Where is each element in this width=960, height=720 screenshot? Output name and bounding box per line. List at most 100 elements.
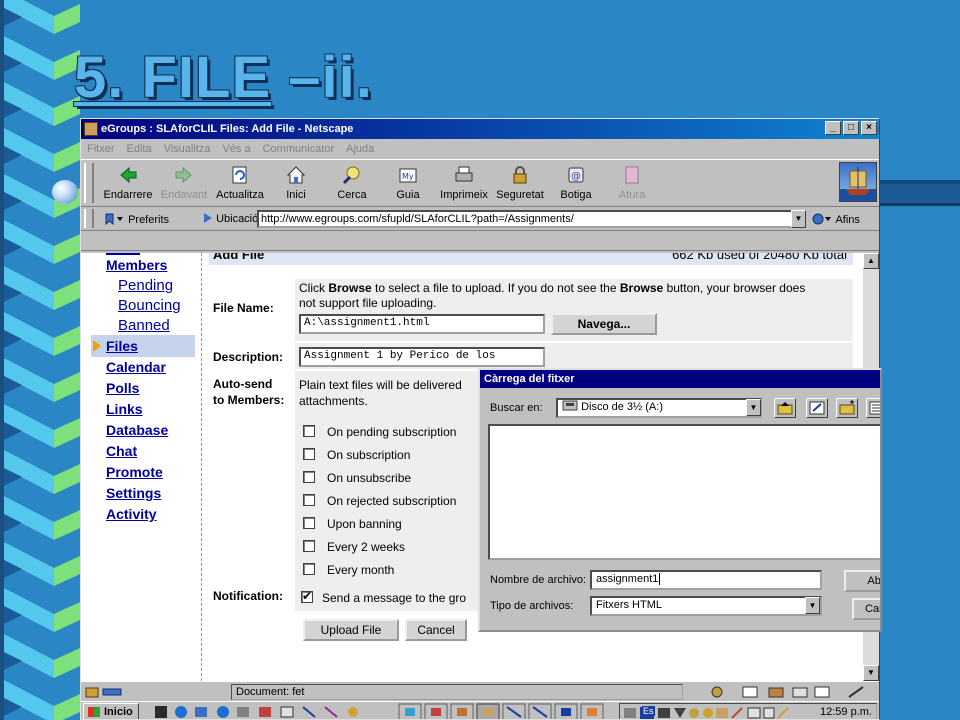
stop-icon (625, 166, 639, 184)
bookmarks-button[interactable]: Preferits (103, 212, 169, 226)
nav-links[interactable]: Links (106, 401, 143, 417)
scroll-down-button[interactable]: ▼ (863, 665, 879, 681)
scroll-up-button[interactable]: ▲ (863, 253, 879, 269)
dialog-title[interactable]: Càrrega del fitxer (480, 370, 880, 388)
forward-arrow-icon (175, 166, 192, 184)
up-folder-button[interactable] (774, 398, 796, 418)
nav-cutoff-link[interactable] (106, 253, 140, 255)
slide-title-link[interactable]: 5. FILE (74, 45, 271, 110)
checkbox-every-2-weeks[interactable] (303, 540, 315, 552)
nav-banned[interactable]: Banned (118, 317, 170, 334)
menu-communicator[interactable]: Communicator (263, 143, 335, 155)
add-file-heading: Add File (213, 253, 265, 262)
locbar-grip[interactable] (84, 209, 94, 228)
url-input[interactable]: http://www.egroups.com/sfupld/SLAforCLIL… (257, 210, 805, 228)
file-type-dropdown-button[interactable]: ▼ (805, 597, 820, 614)
stop-button[interactable]: Atura (603, 164, 661, 201)
window-titlebar[interactable]: eGroups : SLAforCLIL Files: Add File - N… (81, 119, 879, 139)
dialog-file-name-input[interactable]: assignment1 (590, 570, 822, 590)
forward-button[interactable]: Endavant (155, 164, 213, 201)
bubble-decoration (52, 180, 78, 204)
file-path-input[interactable]: A:\assignment1.html (299, 314, 545, 334)
start-button[interactable]: Inicio (83, 703, 139, 719)
look-in-dropdown-button[interactable]: ▼ (746, 399, 761, 416)
file-type-select[interactable]: Fitxers HTML (590, 596, 822, 616)
nav-pending[interactable]: Pending (118, 277, 173, 294)
back-arrow-icon (120, 166, 137, 184)
guide-button[interactable]: My Guia (379, 164, 437, 201)
quick-launch-icons[interactable] (151, 704, 381, 720)
dialog-cancel-button[interactable]: Cancelar (852, 598, 880, 620)
menu-edit[interactable]: Edita (127, 143, 152, 155)
clock[interactable]: 12:59 p.m. (820, 706, 872, 718)
bookmarks-icon (105, 213, 123, 226)
file-upload-dialog: Càrrega del fitxer Buscar en: Disco de 3… (478, 368, 882, 632)
checkbox-every-month[interactable] (303, 563, 315, 575)
list-view-button[interactable] (866, 398, 880, 418)
back-button[interactable]: Endarrere (99, 164, 157, 201)
nav-polls[interactable]: Polls (106, 380, 139, 396)
dialog-open-button[interactable]: Abrir (844, 570, 880, 592)
nav-activity[interactable]: Activity (106, 506, 157, 522)
group-nav-sidebar: Members Pending Bouncing Banned Files Ca… (89, 253, 195, 681)
menu-help[interactable]: Ajuda (346, 143, 374, 155)
nav-bouncing[interactable]: Bouncing (118, 297, 181, 314)
browse-button[interactable]: Navega... (551, 313, 657, 335)
nav-settings[interactable]: Settings (106, 485, 161, 501)
file-name-label: File Name: (213, 301, 274, 315)
nav-database[interactable]: Database (106, 422, 168, 438)
desktop-button[interactable] (806, 398, 828, 418)
checkbox-label: On unsubscribe (327, 471, 412, 485)
checkbox-pending-subscription[interactable] (303, 425, 315, 437)
minimize-button[interactable]: _ (825, 121, 841, 135)
window-title: eGroups : SLAforCLIL Files: Add File - N… (101, 123, 354, 135)
language-indicator[interactable]: Es (642, 706, 655, 716)
list-view-icon (869, 401, 880, 415)
lock-icon (513, 166, 527, 184)
netscape-app-icon[interactable] (84, 122, 98, 136)
nav-files[interactable]: Files (106, 338, 138, 354)
status-bar: Document: fet (81, 681, 879, 701)
quota-text: 662 Kb used of 20480 Kb total (672, 253, 847, 262)
nav-members[interactable]: Members (106, 257, 167, 273)
security-status-icon[interactable] (85, 685, 125, 699)
upload-file-button[interactable]: Upload File (303, 619, 399, 641)
task-buttons[interactable] (397, 703, 607, 720)
print-button[interactable]: Imprimeix (435, 164, 493, 201)
checkbox-upon-banning[interactable] (303, 517, 315, 529)
menu-go[interactable]: Vés a (222, 143, 250, 155)
checkbox-rejected-subscription[interactable] (303, 494, 315, 506)
new-folder-button[interactable] (836, 398, 858, 418)
nav-chat[interactable]: Chat (106, 443, 137, 459)
description-input[interactable]: Assignment 1 by Perico de los (299, 347, 545, 367)
look-in-label: Buscar en: (490, 402, 543, 414)
look-in-select[interactable]: Disco de 3½ (A:) (556, 398, 762, 418)
menu-view[interactable]: Visualitza (164, 143, 211, 155)
menu-file[interactable]: Fitxer (87, 143, 115, 155)
security-button[interactable]: Seguretat (491, 164, 549, 201)
floppy-drive-icon (562, 400, 578, 411)
nav-calendar[interactable]: Calendar (106, 359, 166, 375)
reload-button[interactable]: Actualitza (211, 164, 269, 201)
autosend-text-line1: Plain text files will be delivered (299, 378, 462, 392)
checkbox-unsubscribe[interactable] (303, 471, 315, 483)
nav-promote[interactable]: Promote (106, 464, 163, 480)
description-label: Description: (213, 350, 284, 364)
search-button[interactable]: Cerca (323, 164, 381, 201)
url-dropdown-button[interactable]: ▼ (791, 210, 806, 228)
slide-title: 5. FILE –ii. (74, 44, 373, 111)
maximize-button[interactable]: □ (843, 121, 859, 135)
close-button[interactable]: × (861, 121, 877, 135)
home-button[interactable]: Inici (267, 164, 325, 201)
related-button[interactable]: Afins (811, 212, 860, 226)
content-divider (201, 253, 202, 681)
shop-button[interactable]: @ Botiga (547, 164, 605, 201)
cancel-button[interactable]: Cancel (405, 619, 467, 641)
file-list[interactable] (488, 424, 880, 560)
status-text: Document: fet (231, 684, 683, 700)
checkbox-subscription[interactable] (303, 448, 315, 460)
component-bar-icons[interactable] (687, 685, 873, 699)
toolbar-grip[interactable] (84, 163, 94, 203)
netscape-logo[interactable] (839, 162, 877, 202)
checkbox-notification[interactable] (301, 589, 313, 603)
